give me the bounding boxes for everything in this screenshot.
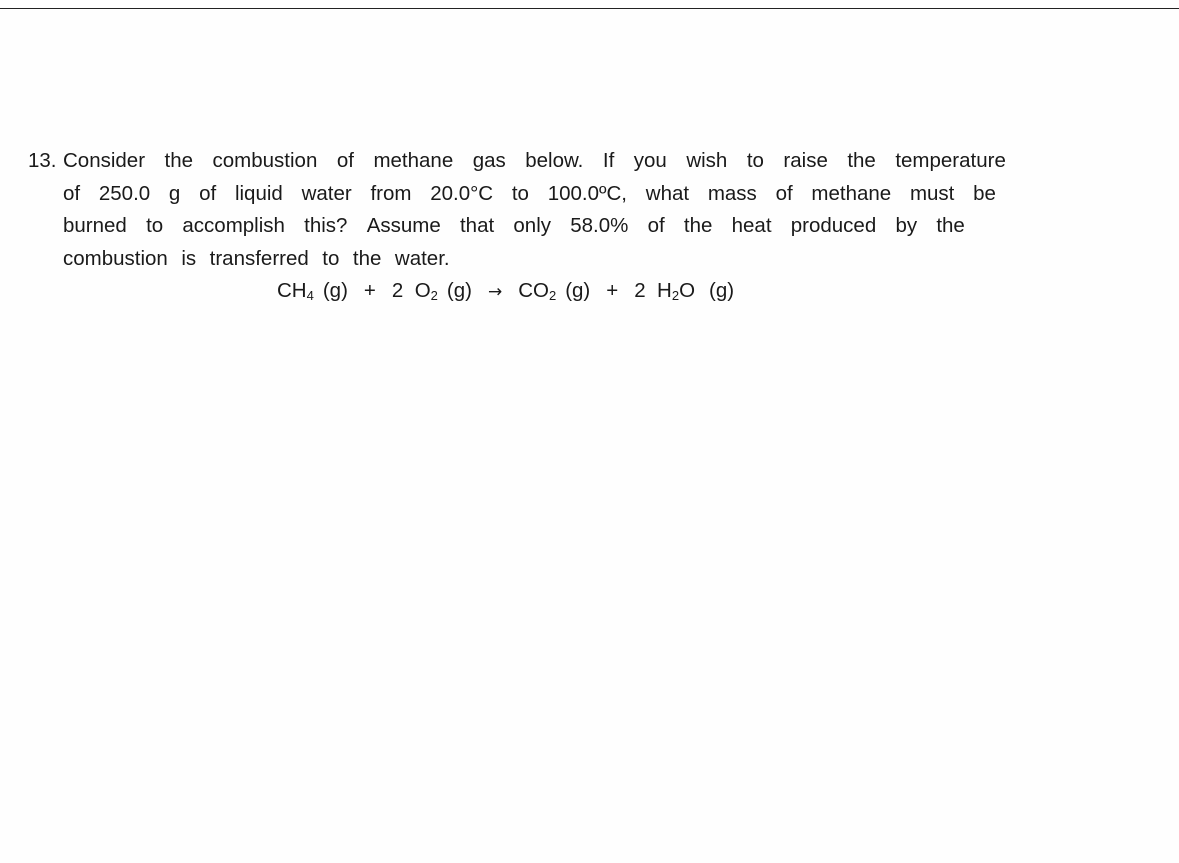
product-carbon-dioxide: CO2 (g) [518,275,590,307]
word: of [336,149,354,172]
coefficient: 2 [634,279,646,302]
coefficient: 2 [391,279,404,302]
word: 58.0% [570,214,629,237]
subscript: 4 [306,288,314,303]
word: is [181,246,197,270]
state: (g) [322,279,348,302]
word: water. [394,246,450,270]
word: heat [731,214,772,237]
word: the [847,149,876,172]
reactant-methane: CH4 (g) [277,275,348,307]
subscript: 2 [548,288,557,303]
product-water: 2 H2O (g) [634,275,734,307]
word: that [459,214,495,237]
question-number: 13. [28,149,57,172]
word: methane [811,181,892,205]
state: (g) [565,279,591,302]
question-line-1: Consider the combustion of methane gas b… [63,145,1006,178]
word: combustion [63,246,168,270]
word: of [647,214,665,237]
word: Consider [63,149,146,172]
word: to [322,246,340,270]
word: what [645,181,690,205]
word: transferred [209,246,309,270]
plus-sign: + [606,279,619,302]
word: Assume [366,214,441,237]
top-rule-divider [0,8,1179,9]
word: g [168,181,181,205]
word: the [936,214,965,237]
word: only [513,214,551,237]
question-line-3: burned to accomplish this? Assume that o… [63,210,965,243]
reaction-arrow-icon: → [487,282,503,302]
word: burned [63,214,127,237]
word: temperature [895,149,1006,172]
word: 20.0°C [430,181,494,205]
formula: O [414,279,431,302]
word: of [63,181,81,205]
word: by [895,214,918,237]
word: below. [525,149,584,172]
word: to [746,149,764,172]
formula: O [679,279,696,302]
word: the [164,149,194,172]
word: water [301,181,352,205]
word: mass [707,181,757,205]
reactant-oxygen: 2 O2 (g) [392,275,472,307]
word: must [909,181,955,205]
word: you [633,149,667,172]
word: of [199,181,217,205]
subscript: 2 [430,288,438,303]
word: 250.0 [98,181,151,205]
question-line-4: combustion is transferred to the water. [63,243,450,276]
plus-sign: + [363,279,376,302]
word: 100.0ºC, [547,181,628,205]
formula: CO [518,279,549,302]
subscript: 2 [671,288,680,303]
word: the [352,246,382,270]
word: produced [790,214,877,237]
word: combustion [212,149,318,172]
word: accomplish [182,214,285,237]
word: from [370,181,412,205]
word: methane [373,149,454,172]
word: to [511,181,529,205]
word: the [683,214,713,237]
word: be [973,181,996,205]
state: (g) [709,279,735,302]
word: this? [304,214,348,237]
word: of [775,181,793,205]
word: gas [472,149,506,172]
word: wish [686,149,728,172]
word: If [602,149,615,172]
word: raise [783,149,828,172]
state: (g) [446,279,472,302]
word: liquid [234,181,283,205]
formula: CH [277,279,307,302]
word: to [146,214,164,237]
question-line-2: of 250.0 g of liquid water from 20.0°C t… [63,178,996,211]
chemical-equation: CH4 (g) + 2 O2 (g) → CO2 (g) + 2 H2O (g) [277,275,734,308]
formula: H [657,279,672,302]
